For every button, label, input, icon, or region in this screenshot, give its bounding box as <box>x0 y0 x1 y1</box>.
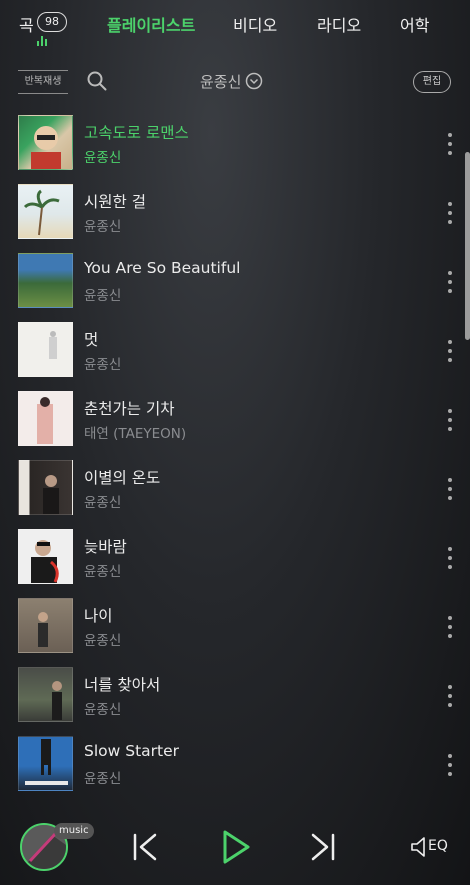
song-row[interactable]: 고속도로 로맨스 윤종신 <box>0 115 470 173</box>
song-artist: 태연 (TAEYEON) <box>84 426 187 442</box>
album-art <box>18 529 73 584</box>
song-row[interactable]: 멋 윤종신 <box>0 322 470 380</box>
album-art <box>18 460 73 515</box>
more-options-icon[interactable] <box>446 685 454 707</box>
song-artist: 윤종신 <box>84 702 122 718</box>
tab-radio[interactable]: 라디오 <box>317 12 361 36</box>
eq-label: EQ <box>428 838 448 854</box>
scrollbar[interactable] <box>465 152 470 340</box>
more-options-icon[interactable] <box>446 754 454 776</box>
song-title: 고속도로 로맨스 <box>84 124 189 142</box>
more-options-icon[interactable] <box>446 202 454 224</box>
song-row[interactable]: 늦바람 윤종신 <box>0 529 470 587</box>
song-artist: 윤종신 <box>84 357 122 373</box>
song-artist: 윤종신 <box>84 219 122 235</box>
artist-filter-label: 윤종신 <box>200 72 242 91</box>
album-art <box>18 667 73 722</box>
next-track-icon[interactable] <box>305 827 341 867</box>
song-title: Slow Starter <box>84 742 180 760</box>
song-row[interactable]: 너를 찾아서 윤종신 <box>0 667 470 725</box>
song-row[interactable]: Slow Starter 윤종신 <box>0 736 470 794</box>
song-title: 너를 찾아서 <box>84 676 161 694</box>
tab-video[interactable]: 비디오 <box>233 12 277 36</box>
song-title: 춘천가는 기차 <box>84 400 175 418</box>
tab-playlist[interactable]: 플레이리스트 <box>107 12 195 36</box>
play-icon[interactable] <box>217 827 253 867</box>
song-title: 나이 <box>84 607 113 625</box>
search-icon[interactable] <box>86 70 108 92</box>
song-title: 이별의 온도 <box>84 469 161 487</box>
previous-track-icon[interactable] <box>127 827 163 867</box>
more-options-icon[interactable] <box>446 133 454 155</box>
list-toolbar: 반복재생 윤종신 편집 <box>0 62 470 102</box>
artist-filter-dropdown[interactable]: 윤종신 <box>200 70 263 92</box>
repeat-button[interactable]: 반복재생 <box>18 70 68 94</box>
song-title: 시원한 걸 <box>84 193 146 211</box>
album-art <box>18 736 73 791</box>
tab-songs[interactable]: 곡 <box>19 12 34 36</box>
music-tag: music <box>54 823 94 839</box>
song-row[interactable]: 시원한 걸 윤종신 <box>0 184 470 242</box>
song-artist: 윤종신 <box>84 495 122 511</box>
song-title: You Are So Beautiful <box>84 259 241 277</box>
album-art <box>18 115 73 170</box>
eq-button[interactable]: EQ <box>410 835 452 859</box>
more-options-icon[interactable] <box>446 409 454 431</box>
song-artist: 윤종신 <box>84 150 122 166</box>
top-tab-bar: 곡 98 플레이리스트 비디오 라디오 어학 <box>0 8 470 48</box>
speaker-icon <box>411 837 425 857</box>
album-art <box>18 184 73 239</box>
album-art <box>18 598 73 653</box>
song-row[interactable]: 춘천가는 기차 태연 (TAEYEON) <box>0 391 470 449</box>
song-artist: 윤종신 <box>84 288 122 304</box>
repeat-label: 반복재생 <box>24 76 62 87</box>
edit-label: 편집 <box>422 76 442 87</box>
more-options-icon[interactable] <box>446 547 454 569</box>
song-artist: 윤종신 <box>84 564 122 580</box>
song-artist: 윤종신 <box>84 633 122 649</box>
song-row[interactable]: 이별의 온도 윤종신 <box>0 460 470 518</box>
album-art <box>18 322 73 377</box>
edit-button[interactable]: 편집 <box>413 71 451 93</box>
song-artist: 윤종신 <box>84 771 122 787</box>
song-row[interactable]: 나이 윤종신 <box>0 598 470 656</box>
more-options-icon[interactable] <box>446 340 454 362</box>
player-bar: music EQ <box>0 815 470 885</box>
equalizer-icon <box>37 36 49 46</box>
more-options-icon[interactable] <box>446 271 454 293</box>
chevron-down-icon <box>246 72 263 90</box>
album-art <box>18 253 73 308</box>
album-art <box>18 391 73 446</box>
song-count-badge: 98 <box>37 12 67 32</box>
more-options-icon[interactable] <box>446 478 454 500</box>
song-title: 늦바람 <box>84 538 127 556</box>
song-row[interactable]: You Are So Beautiful 윤종신 <box>0 253 470 311</box>
tab-language[interactable]: 어학 <box>400 12 429 36</box>
more-options-icon[interactable] <box>446 616 454 638</box>
song-title: 멋 <box>84 331 99 349</box>
